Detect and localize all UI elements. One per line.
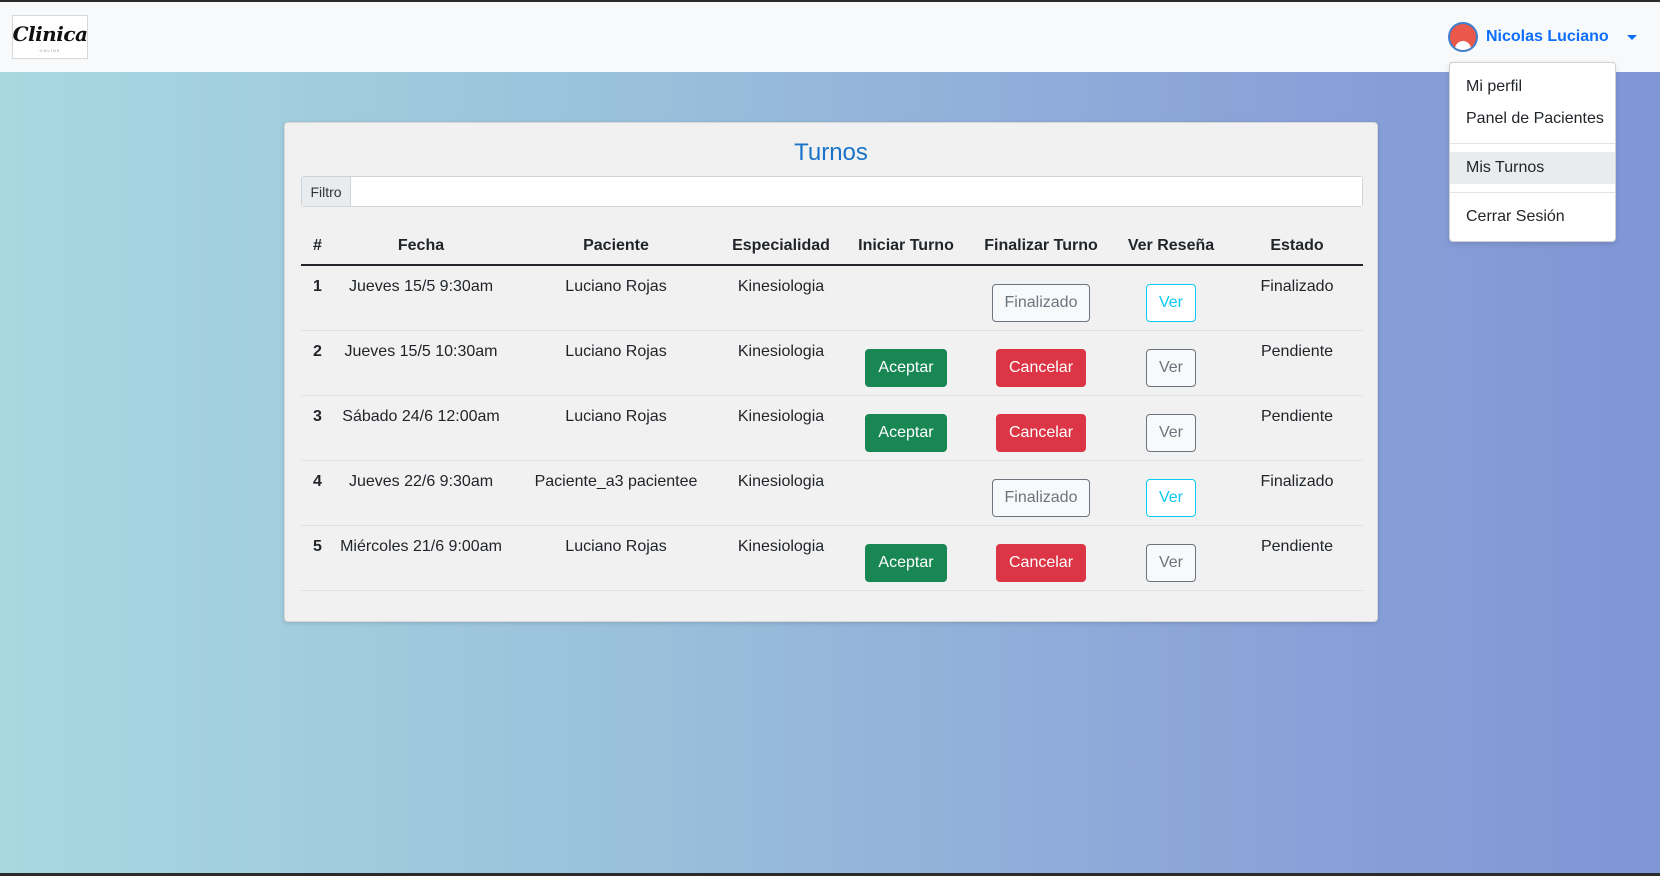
cell-ver: Ver: [1111, 460, 1231, 526]
finalizado-button[interactable]: Finalizado: [991, 284, 1091, 322]
cell-paciente: Luciano Rojas: [511, 525, 721, 591]
ver-resena-button[interactable]: Ver: [1145, 348, 1196, 387]
cell-finalizar: Cancelar: [971, 525, 1111, 591]
cell-estado: Finalizado: [1231, 460, 1363, 526]
cell-iniciar: Aceptar: [841, 395, 971, 461]
table-row: 2 Jueves 15/5 10:30am Luciano Rojas Kine…: [301, 330, 1363, 396]
cell-paciente: Paciente_a3 pacientee: [511, 460, 721, 526]
table-header-row: # Fecha Paciente Especialidad Iniciar Tu…: [301, 227, 1363, 266]
cell-estado: Pendiente: [1231, 395, 1363, 461]
cell-fecha: Jueves 22/6 9:30am: [331, 460, 511, 526]
top-navbar: Clinica ONLINE Nicolas Luciano: [0, 2, 1660, 72]
chevron-down-icon: [1626, 34, 1637, 40]
cell-ver: Ver: [1111, 330, 1231, 396]
cell-especialidad: Kinesiologia: [721, 460, 841, 526]
cell-especialidad: Kinesiologia: [721, 265, 841, 331]
user-name: Nicolas Luciano: [1486, 28, 1609, 45]
turnos-card: Turnos Filtro # Fecha Paciente Especiali…: [284, 122, 1378, 622]
table-row: 5 Miércoles 21/6 9:00am Luciano Rojas Ki…: [301, 525, 1363, 591]
cell-ver: Ver: [1111, 525, 1231, 591]
avatar-icon: [1455, 41, 1471, 50]
app-viewport: Clinica ONLINE Nicolas Luciano Mi perfil…: [0, 2, 1660, 873]
ver-resena-button[interactable]: Ver: [1145, 478, 1196, 517]
cell-num: 2: [301, 330, 331, 396]
ver-resena-button[interactable]: Ver: [1145, 543, 1196, 582]
menu-divider: [1450, 143, 1615, 144]
cell-paciente: Luciano Rojas: [511, 265, 721, 331]
menu-item-mis-turnos[interactable]: Mis Turnos: [1450, 152, 1615, 184]
filter-group: Filtro: [301, 176, 1363, 207]
cell-fecha: Jueves 15/5 9:30am: [331, 265, 511, 331]
header-paciente: Paciente: [511, 227, 721, 266]
menu-divider: [1450, 192, 1615, 193]
cell-iniciar: [841, 460, 971, 526]
filter-input[interactable]: [351, 177, 1362, 206]
turnos-table: # Fecha Paciente Especialidad Iniciar Tu…: [301, 227, 1363, 591]
logo-subtext: ONLINE: [39, 47, 61, 53]
cell-fecha: Miércoles 21/6 9:00am: [331, 525, 511, 591]
cell-finalizar: Cancelar: [971, 395, 1111, 461]
cancelar-button[interactable]: Cancelar: [995, 413, 1087, 452]
cancelar-button[interactable]: Cancelar: [995, 543, 1087, 582]
header-ver-resena: Ver Reseña: [1111, 227, 1231, 266]
aceptar-button[interactable]: Aceptar: [865, 348, 947, 387]
cell-estado: Pendiente: [1231, 330, 1363, 396]
cell-especialidad: Kinesiologia: [721, 525, 841, 591]
page-title: Turnos: [794, 139, 868, 166]
clinica-logo[interactable]: Clinica ONLINE: [12, 15, 88, 59]
cell-num: 1: [301, 265, 331, 331]
cell-ver: Ver: [1111, 265, 1231, 331]
menu-item-panel-pacientes[interactable]: Panel de Pacientes: [1450, 103, 1615, 135]
header-especialidad: Especialidad: [721, 227, 841, 266]
cancelar-button[interactable]: Cancelar: [995, 348, 1087, 387]
cell-ver: Ver: [1111, 395, 1231, 461]
cell-finalizar: Cancelar: [971, 330, 1111, 396]
cell-paciente: Luciano Rojas: [511, 330, 721, 396]
header-iniciar-turno: Iniciar Turno: [841, 227, 971, 266]
cell-finalizar: Finalizado: [971, 265, 1111, 331]
cell-especialidad: Kinesiologia: [721, 395, 841, 461]
cell-iniciar: Aceptar: [841, 330, 971, 396]
header-finalizar-turno: Finalizar Turno: [971, 227, 1111, 266]
cell-num: 4: [301, 460, 331, 526]
header-num: #: [301, 227, 331, 266]
cell-estado: Pendiente: [1231, 525, 1363, 591]
cell-iniciar: [841, 265, 971, 331]
menu-item-mi-perfil[interactable]: Mi perfil: [1450, 71, 1615, 103]
user-menu-toggle[interactable]: Nicolas Luciano: [1448, 22, 1637, 52]
user-dropdown-menu: Mi perfil Panel de Pacientes Mis Turnos …: [1449, 62, 1616, 242]
table-row: 3 Sábado 24/6 12:00am Luciano Rojas Kine…: [301, 395, 1363, 461]
aceptar-button[interactable]: Aceptar: [865, 543, 947, 582]
logo-text: Clinica: [12, 21, 88, 46]
menu-item-cerrar-sesion[interactable]: Cerrar Sesión: [1450, 201, 1615, 233]
header-fecha: Fecha: [331, 227, 511, 266]
filter-label: Filtro: [302, 177, 351, 206]
cell-iniciar: Aceptar: [841, 525, 971, 591]
cell-fecha: Sábado 24/6 12:00am: [331, 395, 511, 461]
cell-num: 3: [301, 395, 331, 461]
ver-resena-button[interactable]: Ver: [1145, 413, 1196, 452]
avatar: [1448, 22, 1478, 52]
finalizado-button[interactable]: Finalizado: [991, 478, 1091, 517]
table-row: 1 Jueves 15/5 9:30am Luciano Rojas Kines…: [301, 265, 1363, 331]
cell-finalizar: Finalizado: [971, 460, 1111, 526]
cell-num: 5: [301, 525, 331, 591]
table-row: 4 Jueves 22/6 9:30am Paciente_a3 pacient…: [301, 460, 1363, 526]
header-estado: Estado: [1231, 227, 1363, 266]
aceptar-button[interactable]: Aceptar: [865, 413, 947, 452]
cell-fecha: Jueves 15/5 10:30am: [331, 330, 511, 396]
cell-especialidad: Kinesiologia: [721, 330, 841, 396]
cell-paciente: Luciano Rojas: [511, 395, 721, 461]
cell-estado: Finalizado: [1231, 265, 1363, 331]
ver-resena-button[interactable]: Ver: [1145, 284, 1196, 322]
